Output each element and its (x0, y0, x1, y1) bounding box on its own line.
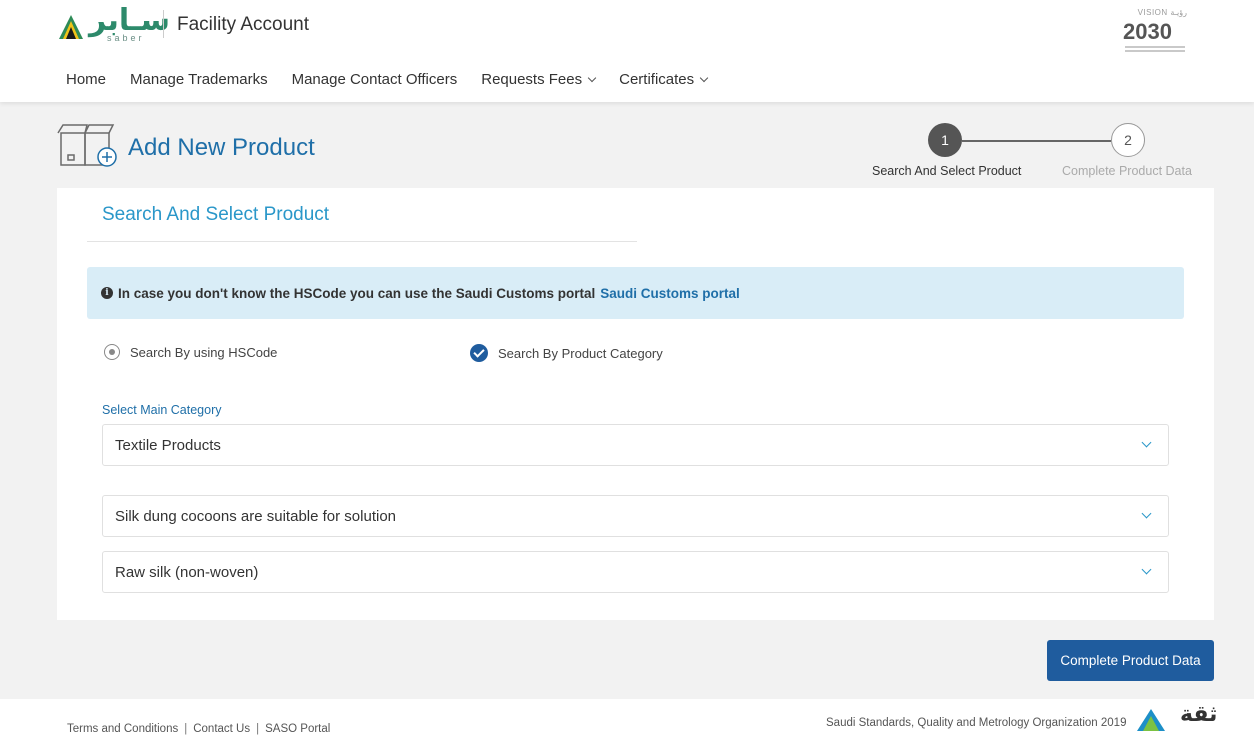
logo-divider (163, 10, 164, 38)
nav-certificates[interactable]: Certificates (619, 71, 709, 88)
nav-home[interactable]: Home (66, 71, 106, 88)
select-value: Raw silk (non-woven) (115, 563, 259, 581)
footer-separator: | (256, 723, 260, 735)
vision-label: VISION رؤيـة (1137, 8, 1187, 17)
main-nav: Home Manage Trademarks Manage Contact Of… (66, 71, 731, 88)
stepper-connector (962, 140, 1111, 142)
footer-separator: | (184, 723, 188, 735)
step-2-label: Complete Product Data (1062, 164, 1192, 178)
radio-search-hscode[interactable]: Search By using HSCode (104, 344, 277, 360)
complete-product-data-button[interactable]: Complete Product Data (1047, 640, 1214, 681)
main-category-select[interactable]: Textile Products (102, 424, 1169, 466)
radio-category-label: Search By Product Category (498, 345, 663, 361)
saber-logo[interactable]: سـابر saber (57, 3, 177, 44)
app-title: Facility Account (177, 14, 309, 35)
chevron-down-icon (587, 73, 597, 82)
terms-link[interactable]: Terms and Conditions (67, 723, 178, 735)
vision-year: 2030 (1123, 19, 1172, 44)
card-title: Search And Select Product (102, 204, 330, 225)
copyright-text: Saudi Standards, Quality and Metrology O… (826, 717, 1127, 729)
nav-requests-fees[interactable]: Requests Fees (481, 71, 597, 88)
sub-category-select[interactable]: Silk dung cocoons are suitable for solut… (102, 495, 1169, 537)
product-type-select[interactable]: Raw silk (non-woven) (102, 551, 1169, 593)
contact-us-link[interactable]: Contact Us (193, 723, 250, 735)
radio-checked-icon (470, 344, 488, 362)
search-product-card: Search And Select Product i In case you … (57, 188, 1214, 620)
info-icon: i (101, 287, 113, 299)
top-header: سـابر saber Facility Account VISION رؤيـ… (0, 0, 1254, 102)
saso-portal-link[interactable]: SASO Portal (265, 723, 330, 735)
vision-subtitle-lines (1125, 46, 1185, 58)
add-product-icon (57, 124, 117, 167)
thiqa-logo: ثقة (1180, 702, 1218, 727)
chevron-down-icon (699, 73, 709, 82)
main-category-label: Select Main Category (102, 403, 222, 417)
saso-logo-icon (1137, 709, 1165, 731)
step-1-label: Search And Select Product (872, 164, 1022, 178)
info-alert: i In case you don't know the HSCode you … (87, 267, 1184, 319)
step-1-indicator: 1 (928, 123, 962, 157)
step-2-indicator: 2 (1111, 123, 1145, 157)
logo-latin-text: saber (107, 33, 145, 43)
saber-logo-icon (59, 15, 83, 39)
select-value: Textile Products (115, 436, 221, 454)
page-title: Add New Product (128, 134, 315, 161)
select-value: Silk dung cocoons are suitable for solut… (115, 507, 397, 525)
vision-2030-logo: VISION رؤيـة 2030 (1115, 8, 1187, 60)
nav-manage-trademarks[interactable]: Manage Trademarks (130, 71, 268, 88)
saudi-customs-link[interactable]: Saudi Customs portal (600, 286, 740, 301)
chevron-down-icon (1141, 564, 1152, 575)
chevron-down-icon (1141, 508, 1152, 519)
alert-text: In case you don't know the HSCode you ca… (118, 285, 596, 301)
radio-hscode-label: Search By using HSCode (130, 344, 278, 360)
radio-unchecked-icon (104, 344, 120, 360)
chevron-down-icon (1141, 437, 1152, 448)
title-divider (87, 241, 637, 242)
nav-manage-contact-officers[interactable]: Manage Contact Officers (292, 71, 458, 88)
radio-search-category[interactable]: Search By Product Category (470, 344, 663, 362)
footer-links: Terms and Conditions | Contact Us | SASO Por… (67, 723, 330, 735)
